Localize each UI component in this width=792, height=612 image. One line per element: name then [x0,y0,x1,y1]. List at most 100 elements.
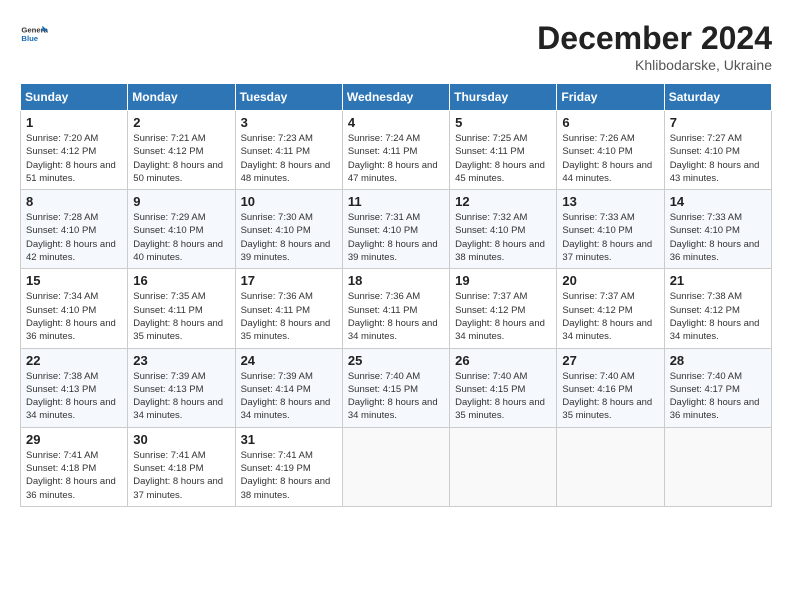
day-number: 22 [26,353,122,368]
day-info: Sunrise: 7:38 AMSunset: 4:13 PMDaylight:… [26,370,122,423]
calendar-cell: 24 Sunrise: 7:39 AMSunset: 4:14 PMDayligh… [235,348,342,427]
day-number: 23 [133,353,229,368]
day-number: 27 [562,353,658,368]
weekday-header-monday: Monday [128,84,235,111]
day-number: 24 [241,353,337,368]
calendar-cell [342,427,449,506]
calendar-week-3: 15 Sunrise: 7:34 AMSunset: 4:10 PMDayligh… [21,269,772,348]
calendar-week-2: 8Sunrise: 7:28 AMSunset: 4:10 PMDaylight… [21,190,772,269]
day-info: Sunrise: 7:40 AMSunset: 4:17 PMDaylight:… [670,370,766,423]
calendar-cell: 2 Sunrise: 7:21 AMSunset: 4:12 PMDaylight… [128,111,235,190]
day-info: Sunrise: 7:34 AMSunset: 4:10 PMDaylight:… [26,290,122,343]
calendar-week-5: 29Sunrise: 7:41 AMSunset: 4:18 PMDayligh… [21,427,772,506]
calendar-cell: 8Sunrise: 7:28 AMSunset: 4:10 PMDaylight… [21,190,128,269]
calendar-cell: 1 Sunrise: 7:20 AMSunset: 4:12 PMDaylight… [21,111,128,190]
title-block: December 2024 Khlibodarske, Ukraine [537,20,772,73]
day-info: Sunrise: 7:20 AMSunset: 4:12 PMDaylight:… [26,132,122,185]
day-number: 25 [348,353,444,368]
calendar-cell: 25Sunrise: 7:40 AMSunset: 4:15 PMDayligh… [342,348,449,427]
day-info: Sunrise: 7:33 AMSunset: 4:10 PMDaylight:… [670,211,766,264]
day-info: Sunrise: 7:41 AMSunset: 4:18 PMDaylight:… [133,449,229,502]
calendar-cell: 18Sunrise: 7:36 AMSunset: 4:11 PMDayligh… [342,269,449,348]
day-info: Sunrise: 7:28 AMSunset: 4:10 PMDaylight:… [26,211,122,264]
day-info: Sunrise: 7:39 AMSunset: 4:14 PMDaylight:… [241,370,337,423]
day-number: 11 [348,194,444,209]
calendar-cell: 4 Sunrise: 7:24 AMSunset: 4:11 PMDaylight… [342,111,449,190]
calendar-cell: 21 Sunrise: 7:38 AMSunset: 4:12 PMDayligh… [664,269,771,348]
calendar-cell: 3 Sunrise: 7:23 AMSunset: 4:11 PMDaylight… [235,111,342,190]
day-number: 4 [348,115,444,130]
calendar-cell: 16 Sunrise: 7:35 AMSunset: 4:11 PMDayligh… [128,269,235,348]
day-info: Sunrise: 7:35 AMSunset: 4:11 PMDaylight:… [133,290,229,343]
page-header: General Blue December 2024 Khlibodarske,… [20,20,772,73]
day-number: 10 [241,194,337,209]
day-info: Sunrise: 7:30 AMSunset: 4:10 PMDaylight:… [241,211,337,264]
day-number: 6 [562,115,658,130]
calendar-cell [664,427,771,506]
day-info: Sunrise: 7:23 AMSunset: 4:11 PMDaylight:… [241,132,337,185]
calendar-cell: 6 Sunrise: 7:26 AMSunset: 4:10 PMDaylight… [557,111,664,190]
day-number: 15 [26,273,122,288]
day-info: Sunrise: 7:41 AMSunset: 4:19 PMDaylight:… [241,449,337,502]
day-info: Sunrise: 7:21 AMSunset: 4:12 PMDaylight:… [133,132,229,185]
weekday-header-thursday: Thursday [450,84,557,111]
calendar-cell [450,427,557,506]
weekday-header-friday: Friday [557,84,664,111]
calendar-cell: 31 Sunrise: 7:41 AMSunset: 4:19 PMDayligh… [235,427,342,506]
day-info: Sunrise: 7:32 AMSunset: 4:10 PMDaylight:… [455,211,551,264]
day-number: 19 [455,273,551,288]
calendar-cell: 30Sunrise: 7:41 AMSunset: 4:18 PMDayligh… [128,427,235,506]
day-number: 28 [670,353,766,368]
weekday-header-tuesday: Tuesday [235,84,342,111]
calendar-cell: 23 Sunrise: 7:39 AMSunset: 4:13 PMDayligh… [128,348,235,427]
calendar-table: SundayMondayTuesdayWednesdayThursdayFrid… [20,83,772,507]
calendar-cell: 7 Sunrise: 7:27 AMSunset: 4:10 PMDaylight… [664,111,771,190]
day-info: Sunrise: 7:31 AMSunset: 4:10 PMDaylight:… [348,211,444,264]
day-number: 3 [241,115,337,130]
day-number: 13 [562,194,658,209]
calendar-cell: 10 Sunrise: 7:30 AMSunset: 4:10 PMDayligh… [235,190,342,269]
day-info: Sunrise: 7:36 AMSunset: 4:11 PMDaylight:… [241,290,337,343]
day-number: 2 [133,115,229,130]
calendar-cell: 20Sunrise: 7:37 AMSunset: 4:12 PMDayligh… [557,269,664,348]
calendar-header-row: SundayMondayTuesdayWednesdayThursdayFrid… [21,84,772,111]
day-info: Sunrise: 7:40 AMSunset: 4:16 PMDaylight:… [562,370,658,423]
day-number: 7 [670,115,766,130]
calendar-cell: 12 Sunrise: 7:32 AMSunset: 4:10 PMDayligh… [450,190,557,269]
day-info: Sunrise: 7:26 AMSunset: 4:10 PMDaylight:… [562,132,658,185]
day-number: 18 [348,273,444,288]
weekday-header-sunday: Sunday [21,84,128,111]
day-number: 26 [455,353,551,368]
day-info: Sunrise: 7:37 AMSunset: 4:12 PMDaylight:… [455,290,551,343]
calendar-week-1: 1 Sunrise: 7:20 AMSunset: 4:12 PMDaylight… [21,111,772,190]
day-number: 14 [670,194,766,209]
month-year: December 2024 [537,20,772,57]
calendar-cell: 28 Sunrise: 7:40 AMSunset: 4:17 PMDayligh… [664,348,771,427]
day-number: 21 [670,273,766,288]
calendar-cell [557,427,664,506]
calendar-cell: 22 Sunrise: 7:38 AMSunset: 4:13 PMDayligh… [21,348,128,427]
day-info: Sunrise: 7:24 AMSunset: 4:11 PMDaylight:… [348,132,444,185]
day-number: 12 [455,194,551,209]
day-number: 9 [133,194,229,209]
day-info: Sunrise: 7:39 AMSunset: 4:13 PMDaylight:… [133,370,229,423]
calendar-cell: 13 Sunrise: 7:33 AMSunset: 4:10 PMDayligh… [557,190,664,269]
day-number: 16 [133,273,229,288]
day-info: Sunrise: 7:25 AMSunset: 4:11 PMDaylight:… [455,132,551,185]
calendar-cell: 27 Sunrise: 7:40 AMSunset: 4:16 PMDayligh… [557,348,664,427]
calendar-cell: 5 Sunrise: 7:25 AMSunset: 4:11 PMDaylight… [450,111,557,190]
logo: General Blue [20,20,48,48]
calendar-cell: 9Sunrise: 7:29 AMSunset: 4:10 PMDaylight… [128,190,235,269]
day-number: 5 [455,115,551,130]
day-info: Sunrise: 7:27 AMSunset: 4:10 PMDaylight:… [670,132,766,185]
day-number: 31 [241,432,337,447]
calendar-cell: 26Sunrise: 7:40 AMSunset: 4:15 PMDayligh… [450,348,557,427]
calendar-cell: 29Sunrise: 7:41 AMSunset: 4:18 PMDayligh… [21,427,128,506]
day-info: Sunrise: 7:37 AMSunset: 4:12 PMDaylight:… [562,290,658,343]
calendar-cell: 14 Sunrise: 7:33 AMSunset: 4:10 PMDayligh… [664,190,771,269]
calendar-cell: 11 Sunrise: 7:31 AMSunset: 4:10 PMDayligh… [342,190,449,269]
day-number: 1 [26,115,122,130]
calendar-week-4: 22 Sunrise: 7:38 AMSunset: 4:13 PMDayligh… [21,348,772,427]
day-info: Sunrise: 7:33 AMSunset: 4:10 PMDaylight:… [562,211,658,264]
day-info: Sunrise: 7:38 AMSunset: 4:12 PMDaylight:… [670,290,766,343]
